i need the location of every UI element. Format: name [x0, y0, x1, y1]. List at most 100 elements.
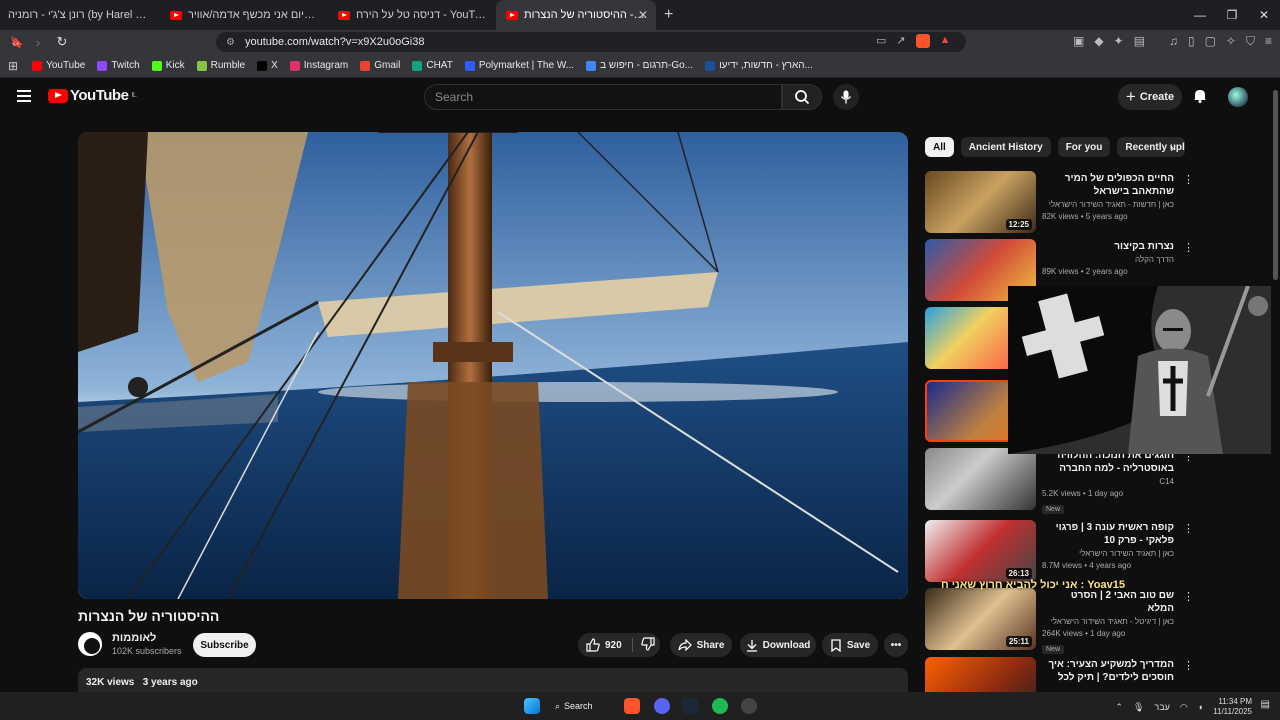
subscribe-button[interactable]: Subscribe [193, 633, 256, 657]
bookmark-item[interactable]: תרגום - חיפוש ב-Go... [586, 60, 693, 71]
hamburger-menu-icon[interactable] [17, 90, 31, 102]
volume-icon[interactable]: ◖ [1198, 702, 1203, 712]
share-button[interactable]: Share [670, 633, 732, 657]
recommended-title[interactable]: שם טוב האבי 2 | הסרט המלא [1042, 589, 1174, 615]
apps-grid-icon[interactable]: ⊞ [8, 59, 18, 73]
recommended-channel[interactable]: הדרך הקלה [1042, 255, 1174, 264]
more-vertical-icon[interactable]: ⋮ [1183, 590, 1194, 603]
browser-tab[interactable]: דניסה טל על הירח - YouTube [328, 0, 496, 30]
notifications-bell-icon[interactable] [1193, 88, 1207, 106]
menu-icon[interactable]: ≡ [1265, 34, 1272, 49]
channel-name[interactable]: לאוממות [112, 632, 182, 644]
bookmark-item[interactable]: Twitch [97, 60, 140, 71]
video-thumbnail[interactable]: 12:25 [925, 171, 1036, 233]
notification-icon[interactable]: ▤ [1261, 699, 1270, 710]
forward-icon[interactable]: › [28, 35, 48, 50]
browser-tab[interactable]: לייב || היום אני מכשף אדמה/אוויר [160, 0, 328, 30]
search-input[interactable]: Search [424, 84, 782, 110]
site-info-icon[interactable]: ⚙ [226, 37, 235, 48]
video-thumbnail[interactable]: 25:11 [925, 588, 1036, 650]
discord-icon[interactable] [654, 698, 670, 714]
browser-tab-active[interactable]: ההיסטוריה של הנצרות - YouTube ✕ [496, 0, 656, 30]
page-scrollbar[interactable] [1271, 78, 1280, 692]
brave-shields-icon[interactable] [915, 34, 930, 48]
recommended-channel[interactable]: C14 [1042, 477, 1174, 486]
new-tab-button[interactable]: + [664, 6, 673, 24]
brave-rewards-icon[interactable]: ▲ [940, 34, 951, 48]
search-button[interactable] [782, 84, 822, 110]
brave-browser-icon[interactable] [624, 698, 640, 714]
chevron-up-icon[interactable]: ⌃ [1115, 702, 1123, 713]
wallet-icon[interactable]: ▢ [1205, 34, 1216, 49]
maximize-icon[interactable]: ❐ [1216, 8, 1248, 22]
bookmark-item[interactable]: YouTube [32, 60, 85, 71]
cast-icon[interactable]: ▭ [876, 34, 886, 48]
reload-icon[interactable]: ↻ [52, 34, 72, 50]
like-button[interactable]: 920 [586, 638, 633, 652]
video-player[interactable] [78, 132, 908, 599]
bookmark-item[interactable]: CHAT [412, 60, 453, 71]
recommended-video[interactable]: חוגגים את חנוכה: ההלוויה באוסטרליה - למה… [925, 448, 1265, 514]
account-avatar[interactable] [1228, 87, 1248, 107]
close-window-icon[interactable]: ✕ [1248, 8, 1280, 22]
recommended-channel[interactable]: כאן | חדשות - תאגיד השידור הישראלי [1042, 200, 1174, 209]
chips-next-icon[interactable]: › [1170, 140, 1174, 155]
channel-avatar[interactable] [78, 632, 102, 656]
bookmark-item[interactable]: Rumble [196, 60, 245, 71]
recommended-channel[interactable]: כאן | דיגיטל - תאגיד השידור הישראלי [1042, 617, 1174, 626]
chip-recently-uploaded[interactable]: Recently uploaded [1117, 137, 1186, 157]
extension-icon[interactable]: ▣ [1073, 34, 1084, 49]
recommended-video[interactable]: 26:13 קופה ראשית עונה 3 | פרגוי פלאקי - פ… [925, 520, 1265, 582]
dislike-button[interactable] [633, 636, 655, 654]
more-actions-button[interactable]: ••• [884, 633, 908, 657]
bookmark-item[interactable]: Polymarket | The W... [464, 60, 574, 71]
more-vertical-icon[interactable]: ⋮ [1183, 173, 1194, 186]
voice-search-button[interactable] [833, 84, 859, 110]
bookmark-item[interactable]: Instagram [289, 60, 348, 71]
more-vertical-icon[interactable]: ⋮ [1183, 241, 1194, 254]
sidebar-icon[interactable]: ▯ [1188, 34, 1195, 49]
recommended-video[interactable]: 25:11 שם טוב האבי 2 | הסרט המלא כאן | דיגי… [925, 588, 1265, 654]
bookmark-page-icon[interactable]: 🔖 [10, 36, 24, 49]
puzzle-icon[interactable]: ✦ [1114, 34, 1124, 49]
spotify-icon[interactable] [712, 698, 728, 714]
save-button[interactable]: Save [822, 633, 878, 657]
recommended-video[interactable]: 12:25 החיים הכפולים של המיר שהתאהב בישראל… [925, 171, 1265, 233]
recommended-channel[interactable]: כאן | תאגיד השידור הישראלי [1042, 549, 1174, 558]
bookmark-item[interactable]: Gmail [360, 60, 400, 71]
close-tab-icon[interactable]: ✕ [638, 8, 648, 22]
microphone-icon[interactable]: 🎙 [1133, 702, 1144, 713]
download-button[interactable]: Download [740, 633, 816, 657]
video-thumbnail[interactable]: 26:13 [925, 520, 1036, 582]
app-icon[interactable] [741, 698, 757, 714]
windows-start-icon[interactable] [524, 698, 540, 714]
create-button[interactable]: + Create [1118, 84, 1182, 110]
address-bar[interactable]: 🔖 ⚙ youtube.com/watch?v=x9X2u0oGi38 [10, 32, 966, 52]
chip-for-you[interactable]: For you [1057, 137, 1111, 157]
leo-icon[interactable]: ✧ [1226, 34, 1236, 49]
bookmark-item[interactable]: Kick [151, 60, 185, 71]
music-icon[interactable]: ♫ [1169, 34, 1178, 49]
wifi-icon[interactable]: ◠ [1180, 702, 1188, 713]
taskbar-search[interactable]: ⌕ Search [555, 697, 611, 715]
vpn-icon[interactable]: ⛉ [1246, 34, 1255, 49]
more-vertical-icon[interactable]: ⋮ [1183, 659, 1194, 672]
keyboard-language[interactable]: עבר [1154, 702, 1169, 712]
minimize-icon[interactable]: — [1184, 8, 1216, 22]
steam-icon[interactable] [682, 698, 698, 714]
bookmark-item[interactable]: הארץ - חדשות, ידיעו... [705, 60, 813, 71]
recommended-title[interactable]: נצרות בקיצור [1042, 240, 1174, 253]
bookmark-item[interactable]: X [257, 60, 278, 71]
browser-tab[interactable]: רונן צ'ג'י - רומניה (by Harel Sandrusi) [0, 0, 160, 30]
extension-icon[interactable]: ◆ [1094, 34, 1103, 49]
video-thumbnail[interactable] [925, 448, 1036, 510]
share-page-icon[interactable]: ↗ [896, 34, 905, 48]
chip-all[interactable]: All [925, 137, 954, 157]
scrollbar-thumb[interactable] [1273, 90, 1278, 280]
recommended-title[interactable]: החיים הכפולים של המיר שהתאהב בישראל [1042, 172, 1174, 198]
recommended-title[interactable]: קופה ראשית עונה 3 | פרגוי פלאקי - פרק 10 [1042, 521, 1174, 547]
youtube-logo[interactable]: YouTube IL [48, 87, 137, 104]
recommended-title[interactable]: המדריך למשקיע הצעיר: איך חוסכים לילדים? … [1042, 658, 1174, 684]
more-vertical-icon[interactable]: ⋮ [1183, 522, 1194, 535]
chip-ancient-history[interactable]: Ancient History [960, 137, 1051, 157]
